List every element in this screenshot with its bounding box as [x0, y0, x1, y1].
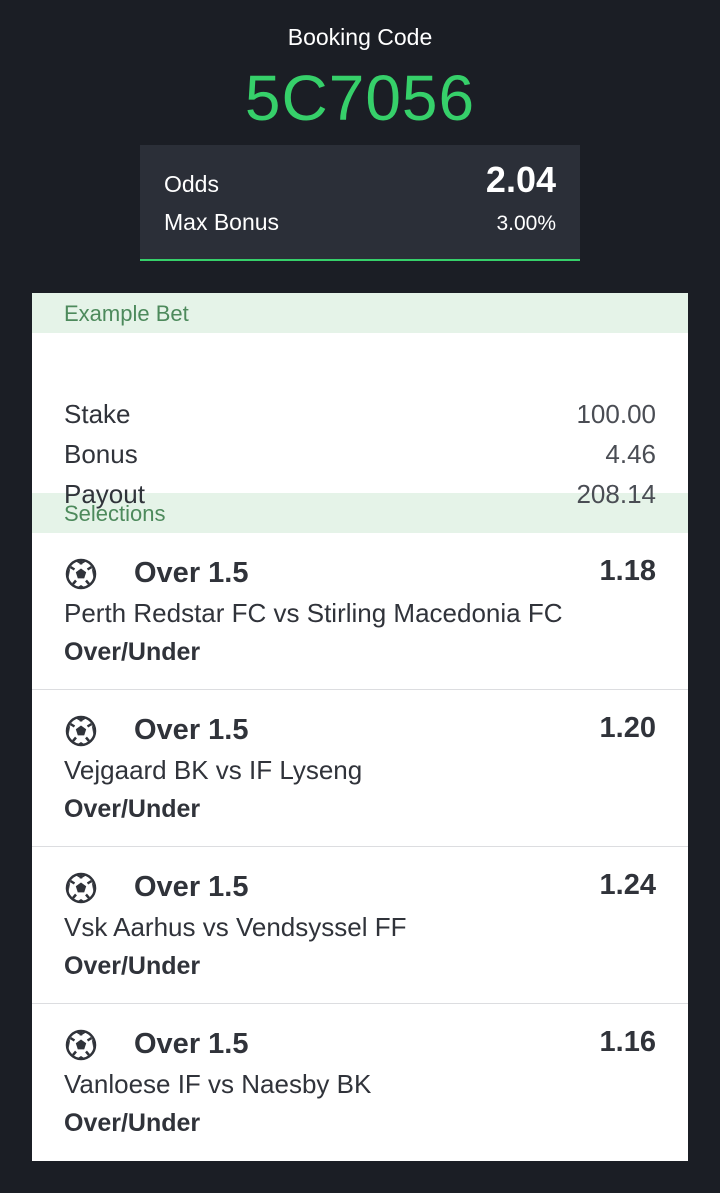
- selection-match: Vejgaard BK vs IF Lyseng: [64, 755, 363, 785]
- bet-card: Example Bet Stake 100.00 Bonus 4.46 Payo…: [32, 293, 688, 1161]
- booking-header: Booking Code 5C7056 Odds 2.04 Max Bonus …: [0, 0, 720, 293]
- max-bonus-label: Max Bonus: [164, 209, 280, 235]
- selection-match: Vsk Aarhus vs Vendsyssel FF: [64, 912, 407, 942]
- selection-market-type: Over/Under: [64, 795, 201, 823]
- payout-row: Payout 208.14: [64, 474, 656, 514]
- selection-market-type: Over/Under: [64, 952, 201, 980]
- soccer-ball-icon: [65, 715, 97, 747]
- soccer-ball-icon: [65, 558, 97, 590]
- bonus-value: 4.46: [605, 439, 656, 469]
- selection-odds: 1.16: [599, 1026, 656, 1058]
- bonus-label: Bonus: [64, 439, 138, 469]
- selection-odds: 1.18: [599, 555, 656, 587]
- selection-market-type: Over/Under: [64, 638, 201, 666]
- selection-item[interactable]: Over 1.5 1.20 Vejgaard BK vs IF Lyseng O…: [32, 690, 688, 847]
- stake-label: Stake: [64, 399, 131, 429]
- example-bet-header: Example Bet: [32, 293, 688, 333]
- max-bonus-row: Max Bonus 3.00%: [164, 209, 556, 236]
- example-bet-body: Stake 100.00 Bonus 4.46 Payout 208.14: [32, 333, 688, 509]
- selection-item[interactable]: Over 1.5 1.18 Perth Redstar FC vs Stirli…: [32, 533, 688, 690]
- selection-odds: 1.24: [599, 869, 656, 901]
- selection-market: Over 1.5: [134, 871, 249, 903]
- selection-market: Over 1.5: [134, 714, 249, 746]
- odds-row: Odds 2.04: [164, 159, 556, 201]
- soccer-ball-icon: [65, 872, 97, 904]
- stake-value: 100.00: [576, 399, 656, 429]
- selection-market: Over 1.5: [134, 557, 249, 589]
- booking-code: 5C7056: [244, 62, 476, 134]
- booking-code-label: Booking Code: [287, 24, 433, 50]
- selection-item[interactable]: Over 1.5 1.24 Vsk Aarhus vs Vendsyssel F…: [32, 847, 688, 1004]
- selection-market: Over 1.5: [134, 1028, 249, 1060]
- selection-item[interactable]: Over 1.5 1.16 Vanloese IF vs Naesby BK O…: [32, 1004, 688, 1160]
- stake-row: Stake 100.00: [64, 394, 656, 434]
- payout-value: 208.14: [576, 479, 656, 509]
- odds-summary-box: Odds 2.04 Max Bonus 3.00%: [140, 145, 580, 261]
- odds-value: 2.04: [485, 159, 556, 200]
- odds-label: Odds: [164, 171, 219, 197]
- selection-odds: 1.20: [599, 712, 656, 744]
- selection-match: Perth Redstar FC vs Stirling Macedonia F…: [64, 598, 563, 628]
- soccer-ball-icon: [65, 1029, 97, 1061]
- selection-match: Vanloese IF vs Naesby BK: [64, 1069, 372, 1099]
- selection-market-type: Over/Under: [64, 1109, 201, 1137]
- payout-label: Payout: [64, 479, 145, 509]
- bonus-row: Bonus 4.46: [64, 434, 656, 474]
- max-bonus-value: 3.00%: [496, 212, 556, 235]
